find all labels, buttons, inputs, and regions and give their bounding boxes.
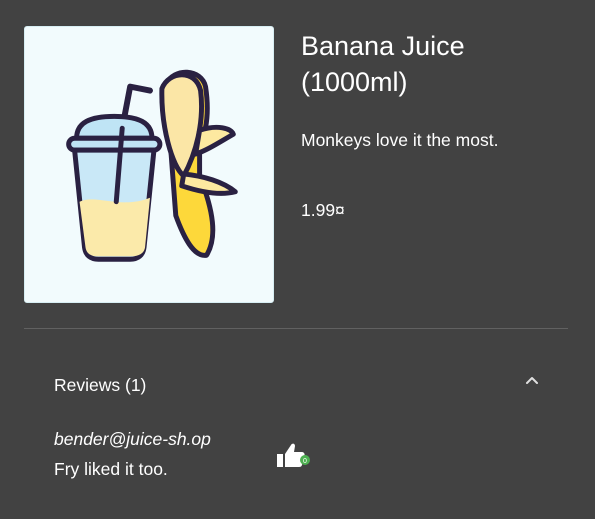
product-description: Monkeys love it the most. — [301, 130, 499, 150]
reviews-title: Reviews (1) — [54, 375, 147, 395]
thumbs-up-icon: 0 — [277, 443, 310, 467]
reviews-expansion-header[interactable]: Reviews (1) — [24, 356, 568, 414]
divider — [24, 328, 568, 329]
chevron-up-icon[interactable] — [524, 372, 540, 388]
svg-text:0: 0 — [303, 458, 307, 465]
product-price: 1.99¤ — [301, 200, 345, 220]
review-author: bender@juice-sh.op — [54, 429, 211, 449]
like-review-button[interactable]: 0 — [275, 440, 313, 470]
review-text: Fry liked it too. — [54, 459, 168, 479]
banana-juice-image — [66, 69, 238, 262]
product-title: Banana Juice (1000ml) — [301, 31, 465, 97]
product-image — [24, 26, 274, 303]
